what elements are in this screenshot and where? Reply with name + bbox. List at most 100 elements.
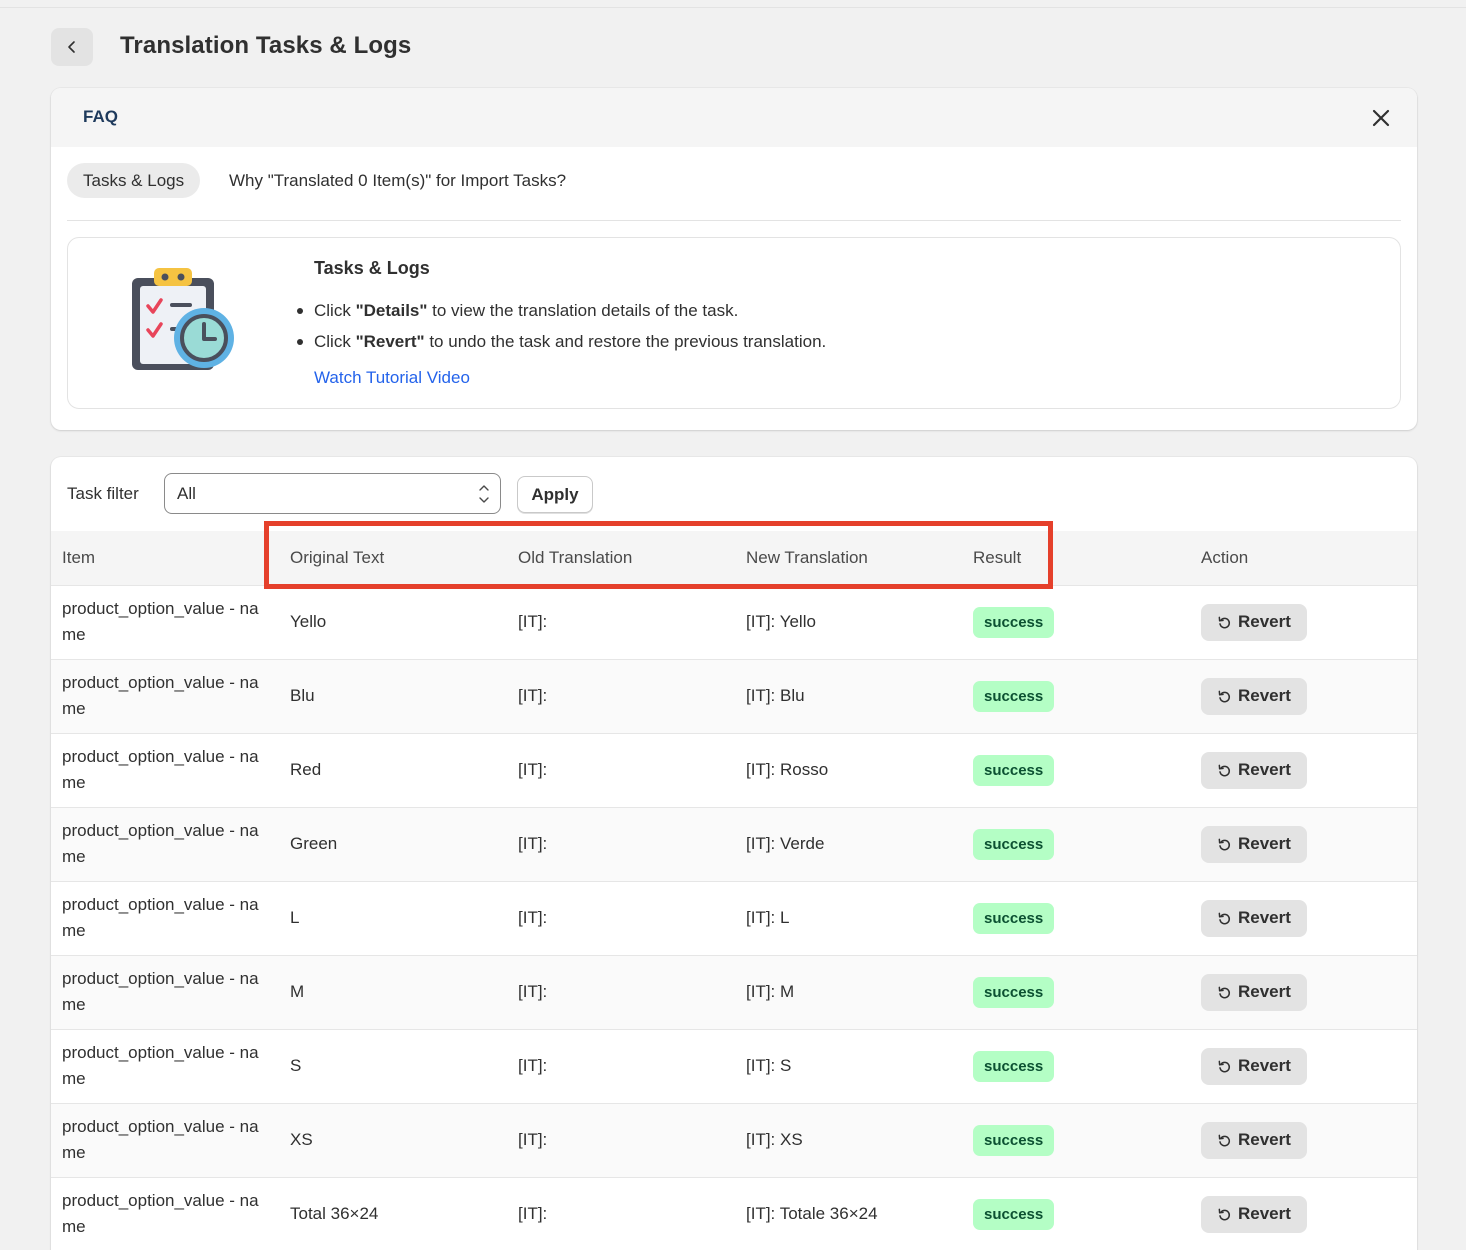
cell-item: product_option_value - name [62, 1117, 259, 1162]
revert-button[interactable]: Revert [1201, 1195, 1307, 1233]
chevron-left-icon [68, 41, 75, 53]
faq-header: FAQ [51, 88, 1417, 147]
revert-button[interactable]: Revert [1201, 899, 1307, 937]
task-filter-value: All [177, 484, 196, 503]
cell-original-text: Total 36×24 [290, 1204, 379, 1224]
revert-label: Revert [1238, 908, 1291, 927]
undo-icon [1218, 912, 1231, 924]
status-badge: success [973, 902, 1055, 934]
cell-new-translation: [IT]: Rosso [746, 760, 829, 779]
cell-item: product_option_value - name [62, 747, 259, 792]
status-badge: success [973, 1050, 1055, 1082]
bullet-strong: "Revert" [355, 332, 425, 351]
cell-old-translation: [IT]: [518, 834, 548, 853]
close-icon [1372, 109, 1390, 127]
cell-new-translation: [IT]: Totale 36×24 [746, 1204, 878, 1224]
cell-result: success [962, 659, 1190, 733]
revert-label: Revert [1238, 834, 1291, 853]
cell-item: product_option_value - name [62, 599, 259, 644]
revert-label: Revert [1238, 612, 1291, 631]
cell-new-translation: [IT]: Yello [746, 612, 816, 631]
undo-icon [1218, 690, 1231, 702]
revert-button[interactable]: Revert [1201, 603, 1307, 641]
cell-item: product_option_value - name [62, 673, 259, 718]
column-header-action: Action [1201, 547, 1249, 567]
bullet-dot [297, 339, 303, 345]
watch-tutorial-link[interactable]: Watch Tutorial Video [314, 368, 470, 388]
faq-bullet-details: Click "Details" to view the translation … [297, 300, 826, 331]
status-badge: success [973, 828, 1055, 860]
faq-tab-import-tasks[interactable]: Why "Translated 0 Item(s)" for Import Ta… [213, 163, 582, 198]
faq-tab-tasks-logs[interactable]: Tasks & Logs [67, 163, 201, 198]
revert-button[interactable]: Revert [1201, 1121, 1307, 1159]
bullet-text: to view the translation details of the t… [427, 301, 739, 320]
bullet-dot [297, 308, 303, 314]
cell-item: product_option_value - name [62, 1191, 259, 1237]
status-badge: success [973, 1198, 1055, 1230]
undo-icon [1218, 1208, 1231, 1221]
revert-button[interactable]: Revert [1201, 825, 1307, 863]
revert-button[interactable]: Revert [1201, 677, 1307, 715]
revert-button[interactable]: Revert [1201, 751, 1307, 789]
cell-result: success [962, 1029, 1190, 1103]
cell-old-translation: [IT]: [518, 908, 548, 927]
tasks-table: Item Original Text Old Translation New T… [51, 531, 1417, 1250]
cell-original-text: Blu [290, 686, 315, 705]
cell-result: success [962, 733, 1190, 807]
cell-old-translation: [IT]: [518, 612, 548, 631]
apply-button[interactable]: Apply [517, 476, 593, 513]
task-filter-label: Task filter [67, 484, 139, 503]
revert-button[interactable]: Revert [1201, 1047, 1307, 1085]
clipboard-clock-icon [132, 268, 234, 370]
cell-old-translation: [IT]: [518, 1204, 548, 1224]
faq-title: FAQ [83, 107, 118, 126]
bullet-text: Click [314, 301, 356, 320]
column-header-item: Item [62, 547, 96, 567]
cell-original-text: Yello [290, 612, 327, 631]
revert-label: Revert [1238, 1204, 1291, 1224]
close-faq-button[interactable] [1369, 106, 1393, 130]
faq-card: FAQ Tasks & Logs Why "Translated 0 Item(… [51, 88, 1417, 430]
cell-item: product_option_value - name [62, 821, 259, 866]
page-title: Translation Tasks & Logs [120, 32, 412, 59]
cell-original-text: Green [290, 834, 338, 853]
revert-label: Revert [1238, 760, 1291, 779]
cell-old-translation: [IT]: [518, 1130, 548, 1149]
table-header-row: Item Original Text Old Translation New T… [51, 531, 1417, 585]
cell-new-translation: [IT]: M [746, 982, 795, 1001]
status-badge: success [973, 606, 1055, 638]
undo-icon [1218, 986, 1231, 998]
faq-content-title: Tasks & Logs [314, 258, 430, 278]
revert-label: Revert [1238, 1056, 1291, 1075]
bullet-text: to undo the task and restore the previou… [424, 332, 827, 351]
cell-old-translation: [IT]: [518, 760, 548, 779]
cell-old-translation: [IT]: [518, 1056, 548, 1075]
cell-result: success [962, 955, 1190, 1029]
cell-original-text: Red [290, 760, 322, 779]
cell-action: Revert [1190, 807, 1417, 881]
back-button[interactable] [51, 28, 93, 66]
table-row: product_option_value - name XS [IT]: [IT]: … [51, 1103, 1417, 1177]
cell-result: success [962, 1177, 1190, 1250]
column-header-original-text: Original Text [290, 547, 385, 567]
bullet-strong: "Details" [355, 301, 428, 320]
table-row: product_option_value - name Total 36×24 [I… [51, 1177, 1417, 1250]
revert-button[interactable]: Revert [1201, 973, 1307, 1011]
table-row: product_option_value - name Blu [IT]: [IT]:… [51, 659, 1417, 733]
revert-label: Revert [1238, 982, 1291, 1001]
table-row: product_option_value - name S [IT]: [IT]: S… [51, 1029, 1417, 1103]
cell-new-translation: [IT]: L [746, 908, 790, 927]
task-filter-select[interactable]: All [164, 473, 501, 514]
cell-action: Revert [1190, 955, 1417, 1029]
cell-item: product_option_value - name [62, 969, 259, 1014]
cell-new-translation: [IT]: S [746, 1056, 792, 1075]
column-header-result: Result [973, 547, 1022, 567]
bullet-text: Click [314, 332, 356, 351]
cell-original-text: L [290, 908, 300, 927]
cell-old-translation: [IT]: [518, 686, 548, 705]
cell-result: success [962, 881, 1190, 955]
table-row: product_option_value - name Yello [IT]: [IT… [51, 585, 1417, 659]
status-badge: success [973, 1124, 1055, 1156]
cell-new-translation: [IT]: Verde [746, 834, 825, 853]
faq-content-box: Tasks & Logs Click "Details" to view the… [67, 237, 1401, 409]
